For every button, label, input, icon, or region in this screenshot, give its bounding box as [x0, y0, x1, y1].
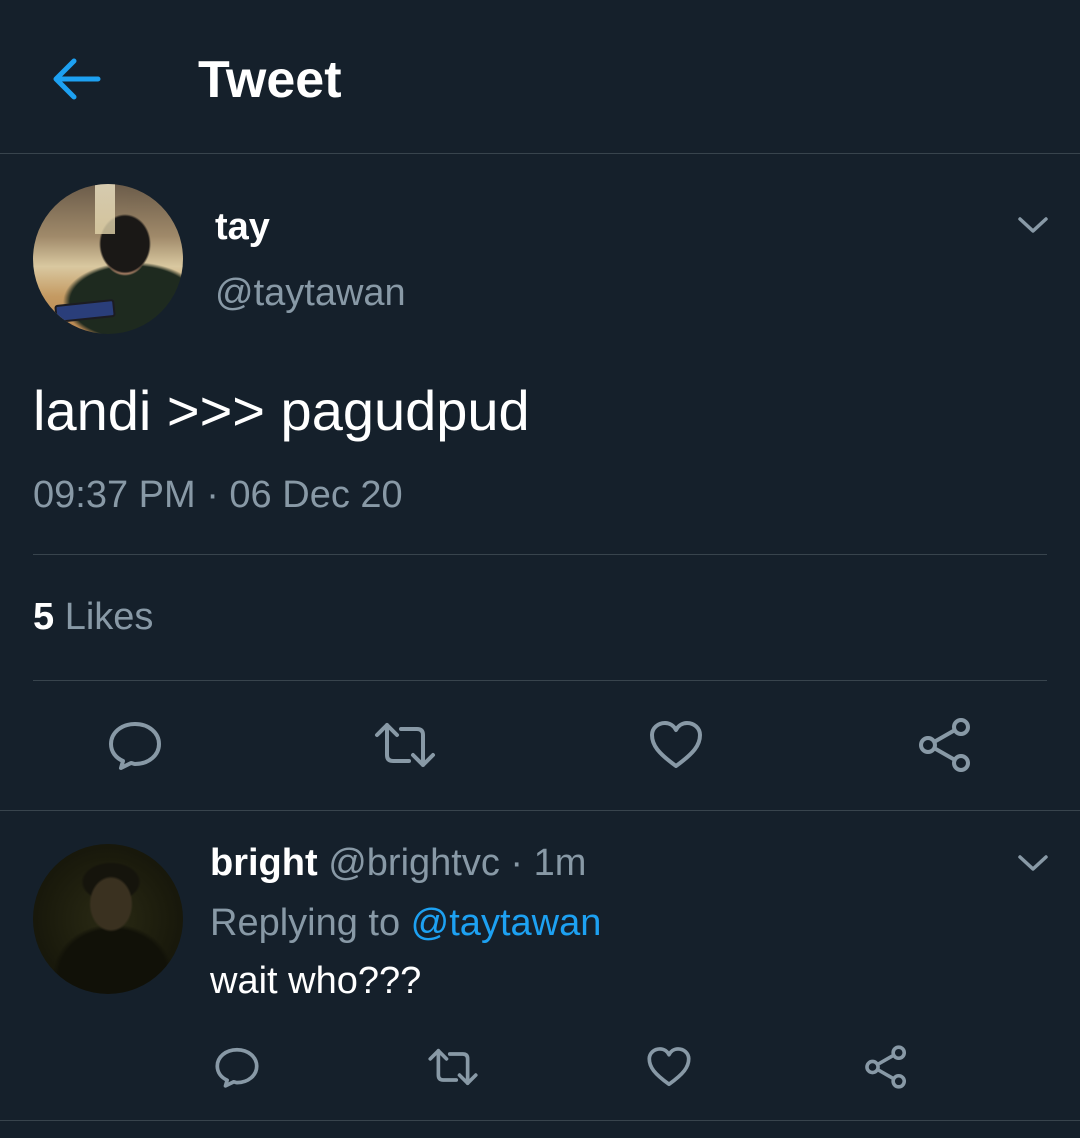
author-avatar[interactable] [33, 184, 183, 334]
retweet-icon [375, 723, 435, 767]
likes-summary[interactable]: 5 Likes [33, 594, 153, 640]
avatar-photo-detail [54, 298, 116, 324]
replying-to-mention[interactable]: @taytawan [411, 902, 602, 944]
chevron-down-icon [1018, 217, 1048, 233]
divider [0, 1120, 1080, 1121]
share-icon [919, 718, 970, 772]
page-title: Tweet [198, 51, 342, 109]
reply-separator: · [499, 842, 534, 884]
arrow-left-icon [53, 58, 101, 100]
tweet-timestamp: 09:37 PM · 06 Dec 20 [33, 474, 403, 516]
reply-reply-button[interactable] [212, 1042, 262, 1092]
replying-to: Replying to @taytawan [210, 900, 601, 946]
divider [0, 810, 1080, 811]
reply-text: wait who??? [210, 960, 422, 1002]
like-icon [650, 721, 702, 768]
replying-to-prefix: Replying to [210, 902, 411, 944]
reply-time: 1m [533, 842, 587, 884]
author-handle[interactable]: @taytawan [215, 270, 406, 316]
reply-author-name[interactable]: bright [210, 842, 318, 884]
reply-button[interactable] [104, 714, 166, 776]
reply-header: bright @brightvc · 1m [210, 840, 586, 886]
retweet-button[interactable] [372, 714, 438, 776]
avatar-photo-detail [95, 184, 115, 234]
share-button[interactable] [914, 712, 976, 778]
reply-icon [109, 722, 161, 770]
header-bar: Tweet [0, 0, 1080, 154]
author-name[interactable]: tay [215, 204, 270, 250]
chevron-down-icon [1018, 855, 1048, 871]
tweet-more-button[interactable] [1016, 208, 1050, 242]
retweet-icon [428, 1048, 478, 1086]
likes-count: 5 [33, 596, 55, 638]
reply-author-avatar[interactable] [33, 844, 183, 994]
like-button[interactable] [646, 714, 706, 776]
likes-label: Likes [64, 596, 154, 638]
reply-like-button[interactable] [644, 1042, 694, 1092]
reply-author-handle[interactable]: @brightvc [328, 842, 500, 884]
reply-more-button[interactable] [1016, 846, 1050, 880]
reply-retweet-button[interactable] [426, 1042, 480, 1092]
divider [33, 680, 1047, 681]
reply-share-button[interactable] [860, 1040, 912, 1094]
like-icon [647, 1047, 691, 1087]
reply-icon [215, 1047, 259, 1088]
tweet-text: landi >>> pagudpud [33, 379, 530, 442]
divider [33, 554, 1047, 555]
share-icon [865, 1045, 907, 1089]
back-button[interactable] [48, 50, 106, 108]
